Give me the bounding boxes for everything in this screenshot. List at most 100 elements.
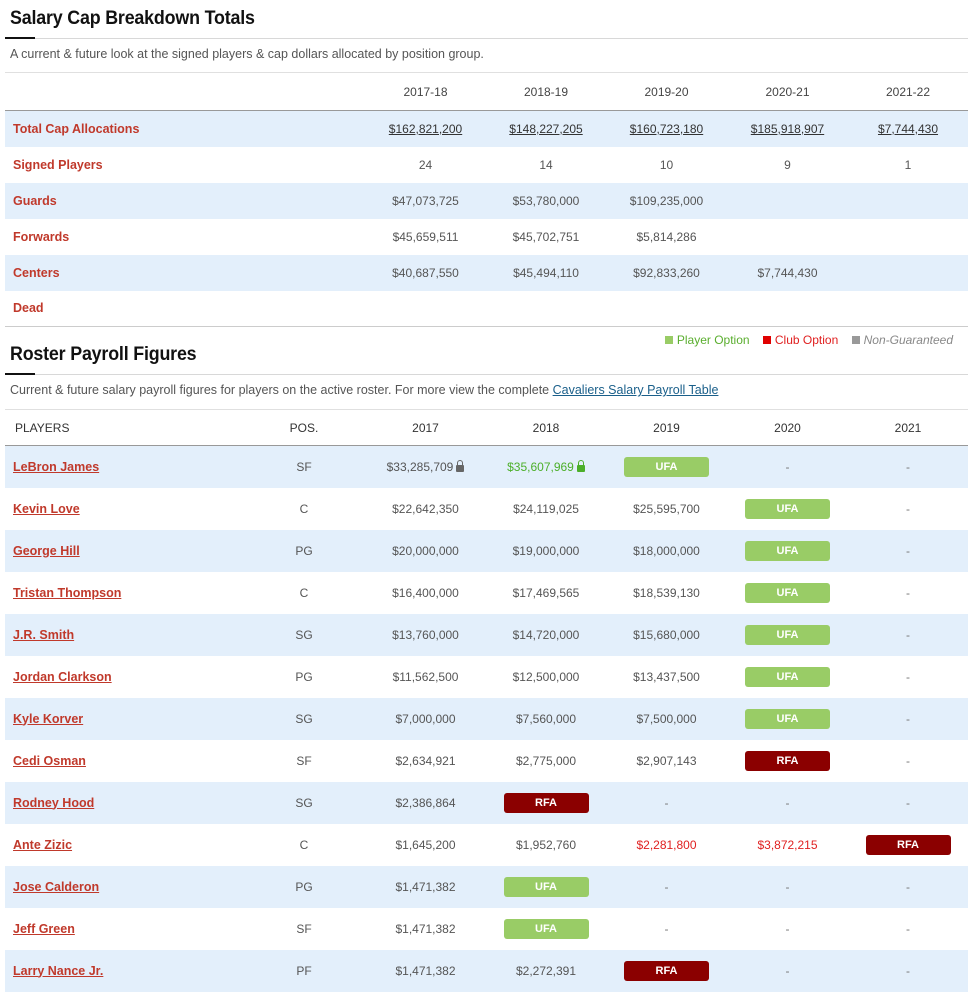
cap-row-signed: Signed Players 24 14 10 9 1 (5, 147, 968, 183)
player-name-link[interactable]: Jeff Green (13, 922, 75, 936)
table-row: Rodney Hood SG $2,386,864 RFA - - - (5, 781, 968, 824)
salary-cell: - (848, 781, 968, 824)
salary-value: $18,539,130 (633, 585, 700, 600)
cap-cell (486, 290, 606, 327)
page: Salary Cap Breakdown Totals A current & … (0, 0, 975, 1003)
cap-cell: $47,073,725 (365, 182, 486, 219)
salary-cell: $18,539,130 (606, 572, 727, 614)
salary-value: $1,645,200 (395, 837, 456, 852)
salary-value: - (906, 669, 910, 684)
cap-row-total: Total Cap Allocations $162,821,200 $148,… (5, 110, 968, 147)
legend-club-option: Club Option (762, 333, 838, 347)
salary-value: - (906, 921, 910, 936)
roster-payroll-table: PLAYERS POS. 2017 2018 2019 2020 2021 Le… (5, 409, 968, 992)
legend-non-guaranteed: Non-Guaranteed (851, 333, 953, 347)
cap-title-rule (5, 37, 968, 39)
salary-value: $2,281,800 (636, 837, 697, 852)
table-row: Cedi Osman SF $2,634,921 $2,775,000 $2,907,1… (5, 740, 968, 782)
cap-row-label: Dead (5, 290, 365, 327)
free-agency-cell: UFA (727, 656, 848, 698)
salary-cell: - (848, 613, 968, 656)
player-name-link[interactable]: Jose Calderon (13, 880, 99, 894)
player-name-link[interactable]: Larry Nance Jr. (13, 964, 103, 978)
cap-total-link[interactable]: $148,227,205 (486, 110, 606, 147)
cap-header-blank (5, 72, 365, 111)
player-name-link[interactable]: LeBron James (13, 460, 99, 474)
salary-cell: $15,680,000 (606, 613, 727, 656)
cap-total-link[interactable]: $160,723,180 (606, 110, 727, 147)
salary-cell: - (848, 865, 968, 908)
player-name-link[interactable]: Tristan Thompson (13, 586, 121, 600)
salary-value: $18,000,000 (633, 543, 700, 558)
table-row: Kevin Love C $22,642,350 $24,119,025 $25,595… (5, 488, 968, 530)
salary-value: - (785, 795, 790, 810)
salary-cell: $18,000,000 (606, 529, 727, 572)
player-name-link[interactable]: Rodney Hood (13, 796, 94, 810)
player-name-link[interactable]: George Hill (13, 544, 80, 558)
salary-value: - (785, 921, 790, 936)
cap-cell: $92,833,260 (606, 254, 727, 291)
lock-icon (456, 459, 465, 472)
roster-col-header: POS. (243, 409, 365, 446)
cap-col-header: 2017-18 (365, 72, 486, 111)
salary-cell: $25,595,700 (606, 488, 727, 530)
cap-row-guards: Guards $47,073,725 $53,780,000 $109,235,… (5, 182, 968, 219)
lock-icon (576, 459, 585, 472)
salary-value: $1,952,760 (515, 837, 577, 852)
salary-value: - (906, 795, 910, 810)
roster-col-header: PLAYERS (5, 409, 243, 446)
roster-title-rule (5, 373, 968, 375)
cap-cell: $109,235,000 (606, 182, 727, 219)
salary-cell: $13,760,000 (365, 613, 486, 656)
cap-row-label: Centers (5, 254, 365, 291)
position-cell: SF (243, 445, 365, 488)
legend-player-option: Player Option (664, 333, 750, 347)
position-cell: SG (243, 613, 365, 656)
player-cell: J.R. Smith (5, 613, 243, 656)
salary-cell: - (848, 908, 968, 950)
cap-cell (848, 290, 968, 327)
salary-cell: - (606, 908, 727, 950)
salary-cell: - (848, 740, 968, 782)
player-name-link[interactable]: Kevin Love (13, 502, 80, 516)
salary-value: $1,471,382 (395, 963, 456, 978)
salary-value: $24,119,025 (513, 501, 579, 516)
free-agency-cell: RFA (486, 781, 606, 824)
player-cell: Rodney Hood (5, 781, 243, 824)
salary-cell: - (848, 656, 968, 698)
position-cell: SF (296, 921, 312, 936)
cap-total-link[interactable]: $7,744,430 (848, 110, 968, 147)
salary-cell: $2,907,143 (606, 740, 727, 782)
salary-cell: - (848, 949, 968, 992)
payroll-table-link[interactable]: Cavaliers Salary Payroll Table (553, 383, 719, 397)
player-name-link[interactable]: J.R. Smith (13, 628, 74, 642)
cap-cell (365, 290, 486, 327)
salary-value: - (664, 795, 669, 810)
cap-header-row: 2017-18 2018-19 2019-20 2020-21 2021-22 (5, 72, 968, 111)
salary-cell: $1,471,382 (365, 949, 486, 992)
salary-value: - (906, 963, 910, 978)
ufa-badge: UFA (503, 876, 589, 897)
player-cell: Tristan Thompson (5, 572, 243, 614)
free-agency-cell: RFA (727, 740, 848, 782)
salary-value: $2,907,143 (636, 753, 697, 768)
player-name-link[interactable]: Ante Zizic (13, 838, 72, 852)
salary-value: $2,634,921 (395, 753, 456, 768)
table-row: J.R. Smith SG $13,760,000 $14,720,000 $15,68… (5, 613, 968, 656)
player-name-link[interactable]: Cedi Osman (13, 754, 86, 768)
salary-cell: $33,285,709 (365, 445, 486, 488)
ufa-badge: UFA (745, 540, 830, 561)
salary-value: $1,471,382 (395, 921, 456, 936)
cap-total-link[interactable]: $185,918,907 (727, 110, 848, 147)
cap-cell: $7,744,430 (727, 254, 848, 291)
salary-cell: $12,500,000 (486, 656, 606, 698)
player-cell: Kyle Korver (5, 697, 243, 740)
cap-total-link[interactable]: $162,821,200 (365, 110, 486, 147)
player-name-link[interactable]: Kyle Korver (13, 712, 83, 726)
salary-cell: $2,634,921 (365, 740, 486, 782)
roster-payroll-title: Roster Payroll Figures (10, 344, 197, 365)
player-cell: Jose Calderon (5, 865, 243, 908)
player-name-link[interactable]: Jordan Clarkson (13, 670, 112, 684)
free-agency-cell: UFA (486, 908, 606, 950)
salary-cell: $7,000,000 (365, 697, 486, 740)
